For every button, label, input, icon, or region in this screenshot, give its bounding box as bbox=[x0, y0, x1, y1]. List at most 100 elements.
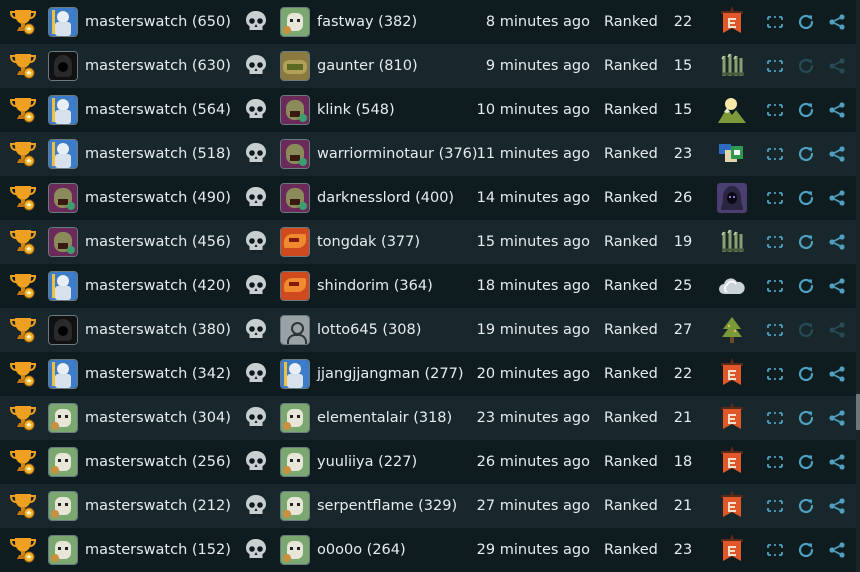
opponent-name[interactable]: gaunter (810) bbox=[317, 44, 418, 88]
opponent-avatar[interactable] bbox=[280, 176, 310, 220]
expand-icon[interactable] bbox=[764, 396, 786, 440]
player-avatar[interactable] bbox=[48, 88, 78, 132]
share-icon[interactable] bbox=[826, 220, 848, 264]
scrollbar-track[interactable] bbox=[856, 0, 860, 572]
share-icon[interactable] bbox=[826, 44, 848, 88]
share-icon[interactable] bbox=[826, 396, 848, 440]
player-avatar[interactable] bbox=[48, 352, 78, 396]
opponent-name[interactable]: darknesslord (400) bbox=[317, 176, 454, 220]
player-name[interactable]: masterswatch (342) bbox=[85, 352, 231, 396]
replay-icon[interactable] bbox=[795, 396, 817, 440]
opponent-avatar[interactable] bbox=[280, 44, 310, 88]
expand-icon[interactable] bbox=[764, 132, 786, 176]
player-name[interactable]: masterswatch (650) bbox=[85, 0, 231, 44]
game-row[interactable]: masterswatch (256) yuuliiya (227) 26 min… bbox=[0, 440, 856, 484]
game-row[interactable]: masterswatch (650) fastway (382) 8 minut… bbox=[0, 0, 856, 44]
player-avatar[interactable] bbox=[48, 176, 78, 220]
opponent-name[interactable]: klink (548) bbox=[317, 88, 395, 132]
opponent-name[interactable]: lotto645 (308) bbox=[317, 308, 421, 352]
player-name[interactable]: masterswatch (304) bbox=[85, 396, 231, 440]
opponent-avatar[interactable] bbox=[280, 88, 310, 132]
player-name[interactable]: masterswatch (152) bbox=[85, 528, 231, 572]
player-avatar[interactable] bbox=[48, 220, 78, 264]
expand-icon[interactable] bbox=[764, 484, 786, 528]
scrollbar-thumb[interactable] bbox=[856, 394, 860, 430]
opponent-name[interactable]: tongdak (377) bbox=[317, 220, 420, 264]
opponent-avatar[interactable] bbox=[280, 308, 310, 352]
opponent-avatar[interactable] bbox=[280, 484, 310, 528]
expand-icon[interactable] bbox=[764, 308, 786, 352]
player-avatar[interactable] bbox=[48, 308, 78, 352]
opponent-avatar[interactable] bbox=[280, 396, 310, 440]
player-name[interactable]: masterswatch (630) bbox=[85, 44, 231, 88]
player-avatar[interactable] bbox=[48, 528, 78, 572]
opponent-name[interactable]: fastway (382) bbox=[317, 0, 417, 44]
game-row[interactable]: masterswatch (564) klink (548) 10 minute… bbox=[0, 88, 856, 132]
expand-icon[interactable] bbox=[764, 352, 786, 396]
player-avatar[interactable] bbox=[48, 0, 78, 44]
share-icon[interactable] bbox=[826, 528, 848, 572]
replay-icon[interactable] bbox=[795, 484, 817, 528]
replay-icon[interactable] bbox=[795, 132, 817, 176]
player-name[interactable]: masterswatch (564) bbox=[85, 88, 231, 132]
expand-icon[interactable] bbox=[764, 88, 786, 132]
opponent-name[interactable]: serpentflame (329) bbox=[317, 484, 457, 528]
player-name[interactable]: masterswatch (380) bbox=[85, 308, 231, 352]
game-row[interactable]: masterswatch (342) jjangjjangman (277) 2… bbox=[0, 352, 856, 396]
game-row[interactable]: masterswatch (456) tongdak (377) 15 minu… bbox=[0, 220, 856, 264]
opponent-avatar[interactable] bbox=[280, 220, 310, 264]
opponent-avatar[interactable] bbox=[280, 264, 310, 308]
replay-icon[interactable] bbox=[795, 0, 817, 44]
share-icon[interactable] bbox=[826, 484, 848, 528]
share-icon[interactable] bbox=[826, 264, 848, 308]
game-row[interactable]: masterswatch (304) elementalair (318) 23… bbox=[0, 396, 856, 440]
game-row[interactable]: masterswatch (630) gaunter (810) 9 minut… bbox=[0, 44, 856, 88]
opponent-name[interactable]: elementalair (318) bbox=[317, 396, 452, 440]
player-avatar[interactable] bbox=[48, 440, 78, 484]
player-name[interactable]: masterswatch (490) bbox=[85, 176, 231, 220]
replay-icon[interactable] bbox=[795, 440, 817, 484]
player-avatar[interactable] bbox=[48, 44, 78, 88]
player-avatar[interactable] bbox=[48, 264, 78, 308]
opponent-avatar[interactable] bbox=[280, 440, 310, 484]
player-name[interactable]: masterswatch (212) bbox=[85, 484, 231, 528]
share-icon[interactable] bbox=[826, 440, 848, 484]
replay-icon[interactable] bbox=[795, 352, 817, 396]
share-icon[interactable] bbox=[826, 308, 848, 352]
expand-icon[interactable] bbox=[764, 176, 786, 220]
expand-icon[interactable] bbox=[764, 528, 786, 572]
game-row[interactable]: masterswatch (490) darknesslord (400) 14… bbox=[0, 176, 856, 220]
share-icon[interactable] bbox=[826, 0, 848, 44]
replay-icon[interactable] bbox=[795, 308, 817, 352]
game-row[interactable]: masterswatch (420) shindorim (364) 18 mi… bbox=[0, 264, 856, 308]
opponent-avatar[interactable] bbox=[280, 352, 310, 396]
game-row[interactable]: masterswatch (152) o0o0o (264) 29 minute… bbox=[0, 528, 856, 572]
player-avatar[interactable] bbox=[48, 132, 78, 176]
expand-icon[interactable] bbox=[764, 44, 786, 88]
expand-icon[interactable] bbox=[764, 264, 786, 308]
opponent-name[interactable]: shindorim (364) bbox=[317, 264, 433, 308]
replay-icon[interactable] bbox=[795, 176, 817, 220]
player-name[interactable]: masterswatch (256) bbox=[85, 440, 231, 484]
player-avatar[interactable] bbox=[48, 396, 78, 440]
expand-icon[interactable] bbox=[764, 440, 786, 484]
replay-icon[interactable] bbox=[795, 264, 817, 308]
player-name[interactable]: masterswatch (420) bbox=[85, 264, 231, 308]
opponent-avatar[interactable] bbox=[280, 0, 310, 44]
game-row[interactable]: masterswatch (212) serpentflame (329) 27… bbox=[0, 484, 856, 528]
share-icon[interactable] bbox=[826, 176, 848, 220]
share-icon[interactable] bbox=[826, 352, 848, 396]
opponent-avatar[interactable] bbox=[280, 528, 310, 572]
player-name[interactable]: masterswatch (456) bbox=[85, 220, 231, 264]
opponent-name[interactable]: o0o0o (264) bbox=[317, 528, 406, 572]
opponent-name[interactable]: yuuliiya (227) bbox=[317, 440, 417, 484]
player-name[interactable]: masterswatch (518) bbox=[85, 132, 231, 176]
replay-icon[interactable] bbox=[795, 88, 817, 132]
replay-icon[interactable] bbox=[795, 528, 817, 572]
share-icon[interactable] bbox=[826, 88, 848, 132]
game-row[interactable]: masterswatch (518) warriorminotaur (376)… bbox=[0, 132, 856, 176]
share-icon[interactable] bbox=[826, 132, 848, 176]
game-row[interactable]: masterswatch (380) lotto645 (308) 19 min… bbox=[0, 308, 856, 352]
player-avatar[interactable] bbox=[48, 484, 78, 528]
opponent-avatar[interactable] bbox=[280, 132, 310, 176]
